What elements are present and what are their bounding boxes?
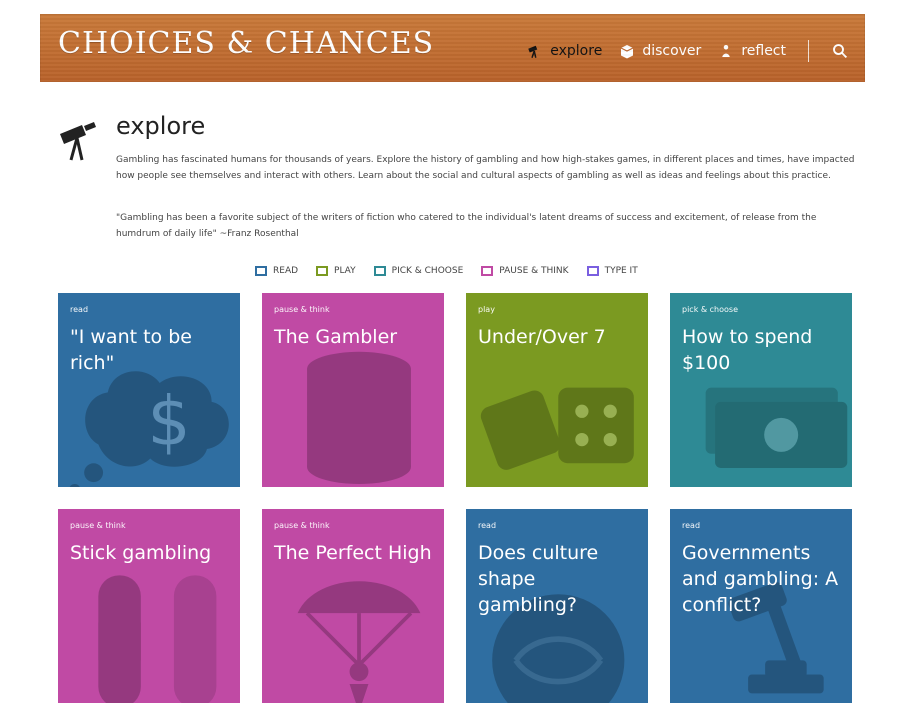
tile-pause-think-stick-gambling[interactable]: pause & think Stick gambling — [58, 509, 240, 703]
tile-type: read — [478, 521, 497, 530]
tile-title: How to spend $100 — [682, 326, 813, 374]
nav-explore[interactable]: explore — [526, 42, 602, 60]
top-nav: explore discover reflect — [526, 40, 849, 62]
tile-type: pause & think — [274, 305, 330, 314]
legend-label: PLAY — [334, 266, 356, 276]
legend-label: TYPE IT — [604, 266, 638, 276]
tile-type: play — [478, 305, 495, 314]
legend-swatch — [316, 266, 329, 276]
legend-swatch — [255, 266, 267, 276]
tile-type: read — [682, 521, 701, 530]
legend-label: READ — [273, 266, 299, 276]
site-logo[interactable]: CHOICES & CHANCES — [58, 26, 434, 61]
legend-swatch — [586, 266, 599, 276]
search-icon — [833, 44, 848, 59]
intro-quote: "Gambling has been a favorite subject of… — [116, 213, 817, 239]
intro-paragraph: Gambling has fascinated humans for thous… — [116, 155, 855, 181]
tile-type: read — [70, 305, 89, 314]
tile-title: The Gambler — [274, 326, 398, 348]
telescope-icon — [60, 122, 96, 161]
tile-title: Under/Over 7 — [478, 326, 606, 348]
legend-swatch — [373, 266, 386, 276]
tile-pause-think-the-perfect-high[interactable]: pause & think The Perfect High — [262, 509, 444, 703]
sticks-icon — [98, 575, 217, 703]
parachute-icon — [297, 581, 421, 703]
nav-discover[interactable]: discover — [618, 42, 701, 60]
activity-legend: READ PLAY PICK & CHOOSE PAUSE & THINK TY… — [255, 266, 638, 276]
tile-title: Governments and gambling: A conflict? — [682, 542, 839, 616]
legend-pick-choose[interactable]: PICK & CHOOSE — [373, 266, 464, 276]
dice-icon — [480, 387, 634, 470]
legend-label: PAUSE & THINK — [499, 266, 569, 276]
tile-pick-choose-how-to-spend-100[interactable]: pick & choose How to spend $100 — [670, 293, 852, 487]
tile-play-under-over-7[interactable]: play Under/Over 7 — [466, 293, 648, 487]
tile-type: pause & think — [70, 521, 126, 530]
tile-read-governments-and-gambling[interactable]: read Governments and gambling: A conflic… — [670, 509, 852, 703]
site-header: CHOICES & CHANCES explore discover refle… — [40, 14, 865, 82]
nav-reflect[interactable]: reflect — [717, 42, 786, 60]
nav-reflect-label: reflect — [741, 43, 786, 59]
tile-title: Stick gambling — [70, 542, 212, 564]
nav-explore-label: explore — [550, 43, 603, 59]
intro-title: explore — [116, 112, 206, 140]
nav-discover-label: discover — [642, 43, 702, 59]
legend-pause-think[interactable]: PAUSE & THINK — [481, 266, 569, 276]
legend-play[interactable]: PLAY — [316, 266, 356, 276]
tile-read-i-want-to-be-rich[interactable]: read "I want to be rich" $ — [58, 293, 240, 487]
tile-type: pause & think — [274, 521, 330, 530]
activity-grid: read "I want to be rich" $ pause & think… — [58, 293, 853, 703]
thinker-icon — [722, 45, 731, 57]
tile-title: "I want to be rich" — [70, 326, 192, 374]
nav-divider — [808, 40, 809, 62]
legend-type-it[interactable]: TYPE IT — [586, 266, 638, 276]
tile-type: pick & choose — [682, 305, 739, 314]
tile-pause-think-the-gambler[interactable]: pause & think The Gambler — [262, 293, 444, 487]
telescope-icon — [528, 45, 538, 58]
chips-stack-icon — [307, 351, 411, 484]
box-icon — [621, 45, 634, 59]
legend-label: PICK & CHOOSE — [391, 266, 464, 276]
tile-title: Does culture shape gambling? — [478, 542, 599, 616]
tile-title: The Perfect High — [274, 542, 432, 564]
search-button[interactable] — [831, 42, 849, 60]
page: CHOICES & CHANCES explore discover refle… — [0, 0, 911, 713]
legend-swatch — [481, 266, 494, 276]
svg-text:$: $ — [147, 382, 190, 461]
legend-read[interactable]: READ — [255, 266, 298, 276]
tile-read-does-culture-shape-gambling[interactable]: read Does culture shape gambling? — [466, 509, 648, 703]
